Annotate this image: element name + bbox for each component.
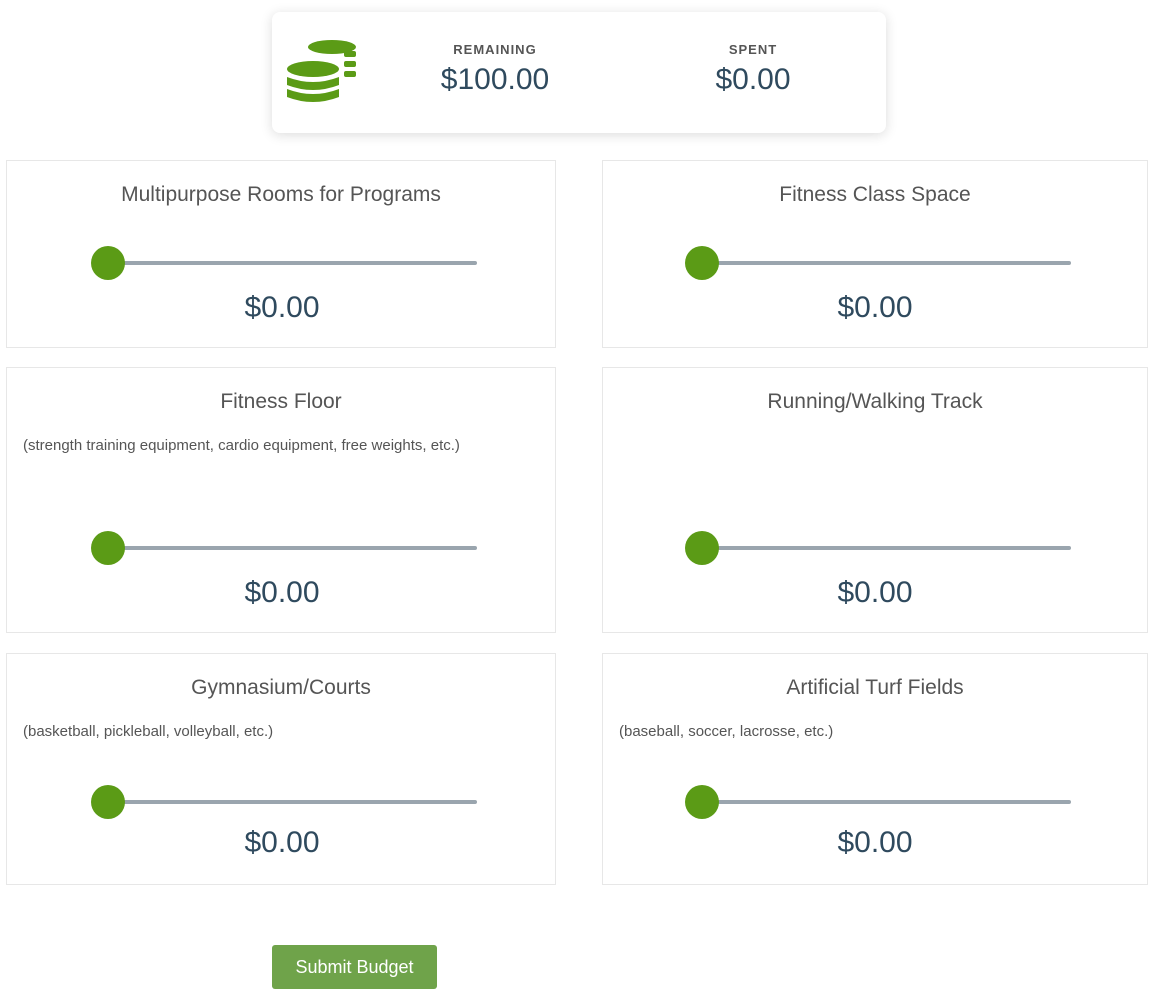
remaining-stat: REMAINING $100.00: [410, 42, 580, 97]
spent-stat: SPENT $0.00: [668, 42, 838, 97]
slider-track[interactable]: [701, 546, 1071, 550]
slider-thumb[interactable]: [91, 785, 125, 819]
slider-track[interactable]: [701, 800, 1071, 804]
budget-slider[interactable]: [91, 784, 477, 820]
item-amount: $0.00: [244, 826, 320, 859]
slider-thumb[interactable]: [91, 531, 125, 565]
budget-slider[interactable]: [685, 530, 1071, 566]
budget-item-card: Fitness Floor (strength training equipme…: [6, 367, 556, 633]
remaining-label: REMAINING: [453, 42, 537, 57]
item-amount: $0.00: [244, 291, 320, 324]
item-title: Running/Walking Track: [767, 390, 983, 413]
slider-track[interactable]: [107, 261, 477, 265]
item-amount: $0.00: [837, 826, 913, 859]
slider-thumb[interactable]: [91, 246, 125, 280]
slider-track[interactable]: [701, 261, 1071, 265]
item-title: Multipurpose Rooms for Programs: [121, 183, 441, 206]
budget-slider[interactable]: [91, 530, 477, 566]
budget-item-card: Artificial Turf Fields (baseball, soccer…: [602, 653, 1148, 885]
budget-item-card: Fitness Class Space $0.00: [602, 160, 1148, 348]
item-title: Fitness Floor: [220, 390, 342, 413]
item-amount: $0.00: [244, 576, 320, 609]
budget-slider[interactable]: [91, 245, 477, 281]
slider-thumb[interactable]: [685, 246, 719, 280]
remaining-value: $100.00: [440, 63, 550, 96]
spent-value: $0.00: [715, 63, 791, 96]
budget-slider[interactable]: [685, 245, 1071, 281]
budget-slider[interactable]: [685, 784, 1071, 820]
budget-item-card: Running/Walking Track $0.00: [602, 367, 1148, 633]
budget-item-card: Gymnasium/Courts (basketball, pickleball…: [6, 653, 556, 885]
item-title: Fitness Class Space: [779, 183, 971, 206]
slider-track[interactable]: [107, 800, 477, 804]
coins-icon: [287, 40, 356, 102]
slider-thumb[interactable]: [685, 785, 719, 819]
item-description: (baseball, soccer, lacrosse, etc.): [619, 723, 834, 740]
spent-label: SPENT: [728, 42, 778, 57]
item-amount: $0.00: [837, 291, 913, 324]
slider-thumb[interactable]: [685, 531, 719, 565]
budget-summary: REMAINING $100.00 SPENT $0.00: [272, 12, 886, 133]
budget-item-card: Multipurpose Rooms for Programs $0.00: [6, 160, 556, 348]
item-description: (strength training equipment, cardio equ…: [23, 437, 460, 454]
item-description: (basketball, pickleball, volleyball, etc…: [23, 723, 274, 740]
item-title: Artificial Turf Fields: [786, 676, 964, 699]
item-title: Gymnasium/Courts: [191, 676, 371, 699]
slider-track[interactable]: [107, 546, 477, 550]
submit-budget-button[interactable]: Submit Budget: [272, 945, 437, 989]
item-amount: $0.00: [837, 576, 913, 609]
